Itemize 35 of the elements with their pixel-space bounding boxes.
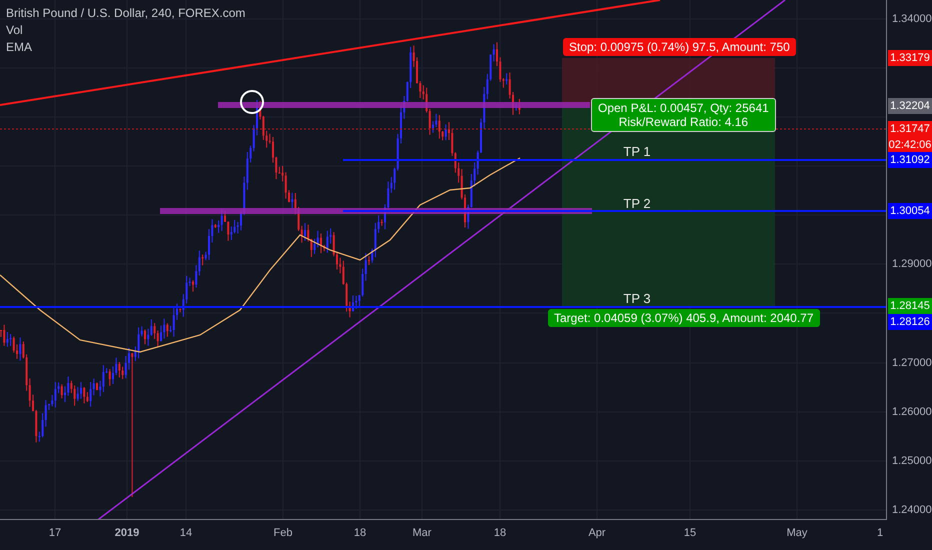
price-tag: 1.33179 [888,50,932,66]
time-tick-label: May [786,527,808,539]
time-tick-label: 17 [48,527,62,539]
price-tick-label: 1.24000 [892,504,932,516]
price-tag: 1.28145 [888,298,932,314]
price-tick-label: 1.34000 [892,13,932,25]
time-tick-label: Apr [588,527,606,539]
price-tag: 1.31747 [888,121,932,137]
take-profit-label: TP 2 [623,196,651,211]
time-tick-label: 18 [494,527,506,539]
price-tag: 02:42:06 [888,137,932,153]
chart-legend-text: EMA [6,40,34,55]
target-label: Target: 0.04059 (3.07%) 405.9, Amount: 2040.77 [548,309,820,327]
time-tick-label: 15 [684,527,696,539]
take-profit-label: TP 3 [623,291,651,306]
time-tick-label: 2019 [114,527,140,539]
time-tick-label: Feb [274,527,292,539]
highlight-circle [240,90,264,114]
price-tick-label: 1.29000 [892,258,932,270]
price-tick-label: 1.25000 [892,455,932,467]
profit-loss-label: Open P&L: 0.00457, Qty: 25641 Risk/Reward Ratio: 4.16 [591,98,776,132]
price-tick-label: 1.26000 [892,406,932,418]
price-tag: 1.32204 [888,98,932,114]
price-tick-label: 1.27000 [892,357,932,369]
chart-legend-text: Vol [6,23,24,38]
time-tick-label: 14 [180,527,192,539]
price-tag: 1.30054 [888,203,932,219]
chart-legend-text: British Pound / U.S. Dollar, 240, FOREX.com [6,6,246,21]
time-tick-label: 18 [354,527,366,539]
price-tag: 1.31092 [888,152,932,168]
time-tick-label: 1 [876,527,884,539]
take-profit-label: TP 1 [623,144,651,159]
stop-label: Stop: 0.00975 (0.74%) 97.5, Amount: 750 [563,38,796,56]
price-tag: 1.28126 [888,314,932,330]
time-tick-label: Mar [412,527,432,539]
